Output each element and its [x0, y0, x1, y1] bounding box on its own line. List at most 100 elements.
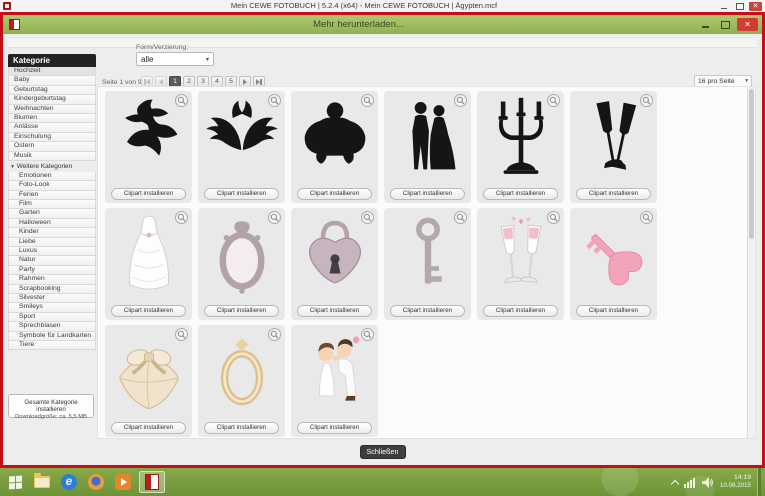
magnifier-icon[interactable] [268, 328, 281, 341]
clipart-tile-angel[interactable]: Clipart installieren [291, 91, 378, 203]
magnifier-icon[interactable] [454, 211, 467, 224]
clipart-install-button[interactable]: Clipart installieren [297, 422, 372, 434]
sidebar-subitem-12[interactable]: Rahmen [8, 275, 96, 284]
minimize-icon[interactable] [717, 2, 730, 11]
clipart-tile-ornate-frame[interactable]: Clipart installieren [198, 208, 285, 320]
close-dialog-button[interactable]: Schließen [360, 445, 406, 459]
speaker-icon[interactable] [702, 477, 714, 488]
magnifier-icon[interactable] [547, 211, 560, 224]
scrollbar-thumb[interactable] [749, 89, 754, 239]
clipart-install-button[interactable]: Clipart installieren [483, 305, 558, 317]
scrollbar[interactable] [747, 87, 755, 438]
close-icon[interactable]: ✕ [749, 2, 762, 11]
clipart-install-button[interactable]: Clipart installieren [297, 305, 372, 317]
magnifier-icon[interactable] [361, 94, 374, 107]
internet-explorer-button[interactable]: e [58, 471, 80, 493]
sidebar-item-anlaesse[interactable]: Anlässe [8, 123, 96, 132]
magnifier-icon[interactable] [454, 94, 467, 107]
sidebar-subitem-3[interactable]: Ferien [8, 191, 96, 200]
sidebar-subitem-13[interactable]: Scrapbooking [8, 285, 96, 294]
clipart-install-button[interactable]: Clipart installieren [390, 305, 465, 317]
network-icon[interactable] [684, 477, 696, 488]
sidebar-item-einschulung[interactable]: Einschulung [8, 133, 96, 142]
magnifier-icon[interactable] [175, 211, 188, 224]
clipart-install-button[interactable]: Clipart installieren [204, 422, 279, 434]
magnifier-icon[interactable] [268, 94, 281, 107]
magnifier-icon[interactable] [268, 211, 281, 224]
magnifier-icon[interactable] [175, 94, 188, 107]
sidebar-subitem-9[interactable]: Luxus [8, 247, 96, 256]
sidebar-subitem-15[interactable]: Smileys [8, 303, 96, 312]
sidebar-subitem-19[interactable]: Tiere [8, 341, 96, 350]
sidebar-item-weihnachten[interactable]: Weihnachten [8, 105, 96, 114]
sidebar-subitem-8[interactable]: Liebe [8, 238, 96, 247]
clipart-install-button[interactable]: Clipart installieren [111, 422, 186, 434]
install-category-button[interactable]: Gesamte Kategorie installieren Downloadg… [8, 394, 94, 418]
sidebar-subitem-11[interactable]: Party [8, 266, 96, 275]
magnifier-icon[interactable] [547, 94, 560, 107]
clipart-tile-pink-heart-key[interactable]: Clipart installieren [570, 208, 657, 320]
sidebar-subitem-1[interactable]: Emotionen [8, 172, 96, 181]
clipart-tile-bride-and-groom[interactable]: Clipart installieren [384, 91, 471, 203]
clipart-install-button[interactable]: Clipart installieren [576, 188, 651, 200]
clipart-tile-ring-pillow[interactable]: Clipart installieren [105, 325, 192, 437]
clock[interactable]: 14:19 10.06.2015 [720, 474, 751, 490]
sidebar-subitem-2[interactable]: Foto-Look [8, 181, 96, 190]
show-desktop-button[interactable] [757, 468, 761, 496]
clipart-install-button[interactable]: Clipart installieren [111, 188, 186, 200]
maximize-icon[interactable] [733, 2, 746, 11]
sidebar-item-musik[interactable]: Musik [8, 152, 96, 161]
clipart-tile-kissing-couple[interactable]: Clipart installieren [291, 325, 378, 437]
sidebar-subitem-6[interactable]: Halloween [8, 219, 96, 228]
sidebar-subitem-5[interactable]: Garten [8, 209, 96, 218]
clipart-install-button[interactable]: Clipart installieren [111, 305, 186, 317]
clipart-tile-flying-doves[interactable]: Clipart installieren [105, 91, 192, 203]
more-categories-toggle[interactable]: ▼ Weitere Kategorien [8, 162, 96, 171]
sidebar-item-blumen[interactable]: Blumen [8, 114, 96, 123]
clipart-tile-champagne-flutes[interactable]: Clipart installieren [570, 91, 657, 203]
magnifier-icon[interactable] [361, 328, 374, 341]
sidebar-item-baby[interactable]: Baby [8, 76, 96, 85]
magnifier-icon[interactable] [640, 211, 653, 224]
clipart-tile-toasting-glasses[interactable]: Clipart installieren [477, 208, 564, 320]
main-window-titlebar[interactable]: Mein CEWE FOTOBUCH | 5.2.4 (x64) - Mein … [0, 0, 765, 12]
sidebar-subitem-17[interactable]: Sprechblasen [8, 322, 96, 331]
clipart-tile-dove-pair[interactable]: Clipart installieren [198, 91, 285, 203]
magnifier-icon[interactable] [175, 328, 188, 341]
sidebar-subitem-18[interactable]: Symbole für Landkarten [8, 332, 96, 341]
sidebar-subitem-10[interactable]: Natur [8, 256, 96, 265]
sidebar-subitem-14[interactable]: Silvester [8, 294, 96, 303]
clipart-install-button[interactable]: Clipart installieren [576, 305, 651, 317]
clipart-tile-vintage-key[interactable]: Clipart installieren [384, 208, 471, 320]
firefox-button[interactable] [85, 471, 107, 493]
sidebar-item-hochzeit[interactable]: Hochzeit [8, 67, 96, 76]
clipart-install-button[interactable]: Clipart installieren [297, 188, 372, 200]
start-button[interactable] [4, 471, 26, 493]
file-explorer-button[interactable] [31, 471, 53, 493]
sidebar-item-ostern[interactable]: Ostern [8, 142, 96, 151]
angel-image [293, 93, 376, 186]
sidebar-subitem-16[interactable]: Sport [8, 313, 96, 322]
clipart-tile-candelabra[interactable]: Clipart installieren [477, 91, 564, 203]
clipart-tile-wedding-dress[interactable]: Clipart installieren [105, 208, 192, 320]
dialog-maximize-icon[interactable] [717, 18, 733, 31]
clipart-tile-heart-padlock[interactable]: Clipart installieren [291, 208, 378, 320]
magnifier-icon[interactable] [640, 94, 653, 107]
sidebar-item-kindergeburtstag[interactable]: Kindergeburtstag [8, 95, 96, 104]
clipart-install-button[interactable]: Clipart installieren [390, 188, 465, 200]
media-player-button[interactable] [112, 471, 134, 493]
dialog-close-icon[interactable]: ✕ [737, 18, 758, 31]
dialog-titlebar[interactable]: Mehr herunterladen... ✕ [3, 15, 762, 34]
tray-expand-icon[interactable] [671, 479, 679, 487]
clipart-install-button[interactable]: Clipart installieren [204, 305, 279, 317]
clipart-install-button[interactable]: Clipart installieren [483, 188, 558, 200]
cewe-app-button[interactable] [139, 471, 165, 493]
magnifier-icon[interactable] [361, 211, 374, 224]
clipart-install-button[interactable]: Clipart installieren [204, 188, 279, 200]
sidebar-subitem-7[interactable]: Kinder [8, 228, 96, 237]
sidebar-item-geburtstag[interactable]: Geburtstag [8, 86, 96, 95]
sidebar-subitem-4[interactable]: Film [8, 200, 96, 209]
clipart-tile-wedding-ring[interactable]: Clipart installieren [198, 325, 285, 437]
dialog-minimize-icon[interactable] [697, 18, 713, 31]
filter-select[interactable]: alle ▾ [136, 52, 214, 66]
